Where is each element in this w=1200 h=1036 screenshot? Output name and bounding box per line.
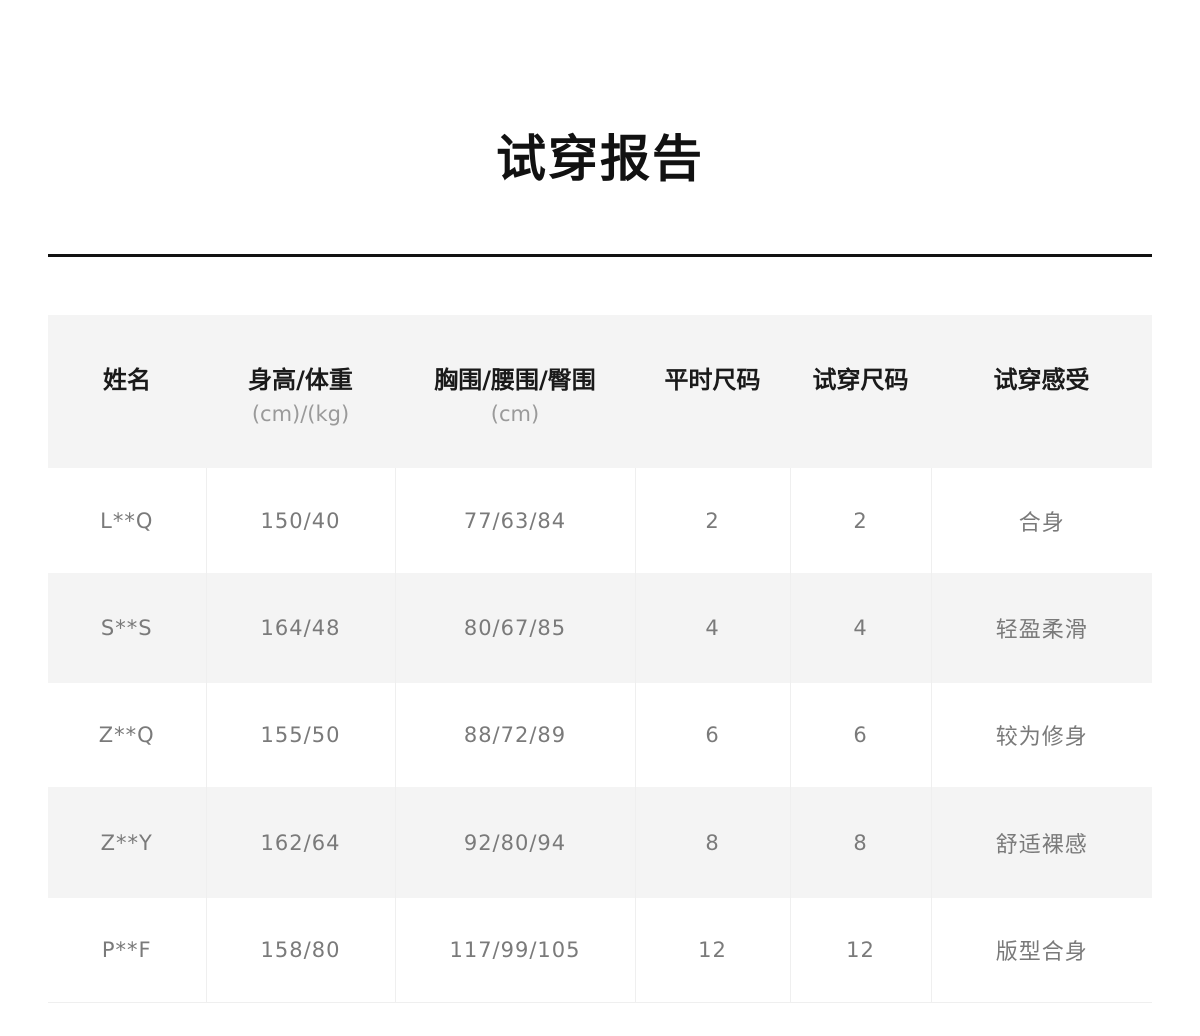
cell-height-weight: 150/40: [206, 468, 396, 573]
cell-feeling: 较为修身: [995, 725, 1088, 750]
table-bottom-border: [48, 1002, 1152, 1003]
cell-feeling: 合身: [1018, 510, 1065, 536]
header-name-label: 姓名: [103, 366, 151, 394]
table-row: Z**Q 155/50 88/72/89 6 6 较为修身: [48, 683, 1152, 787]
cell-feeling: 舒适裸感: [995, 832, 1088, 858]
cell-feeling: 版型合身: [995, 940, 1088, 965]
table-row: L**Q 150/40 77/63/84 2 2 合身: [48, 468, 1152, 573]
header-feeling: 试穿感受: [931, 315, 1152, 468]
cell-name: L**Q: [48, 468, 207, 573]
cell-height-weight: 162/64: [206, 787, 396, 898]
cell-trial-size: 8: [790, 787, 932, 898]
cell-trial-size: 4: [790, 573, 932, 683]
cell-name: Z**Y: [48, 787, 207, 898]
cell-measurements: 92/80/94: [395, 787, 636, 898]
cell-height-weight: 164/48: [206, 573, 396, 683]
header-name: 姓名: [48, 315, 206, 468]
cell-usual-size: 12: [635, 898, 791, 1002]
cell-feeling: 轻盈柔滑: [995, 618, 1088, 643]
header-measurements-label: 胸围/腰围/臀围: [434, 366, 596, 394]
header-feeling-label: 试穿感受: [993, 366, 1090, 394]
cell-measurements: 117/99/105: [395, 898, 636, 1002]
title-divider: [48, 254, 1152, 257]
table-row: S**S 164/48 80/67/85 4 4 轻盈柔滑: [48, 573, 1152, 683]
header-trial-size-label: 试穿尺码: [812, 366, 909, 394]
cell-name: P**F: [48, 898, 207, 1002]
cell-usual-size: 2: [635, 468, 791, 573]
header-height-weight: 身高/体重 (cm)/(kg): [206, 315, 395, 468]
cell-name: S**S: [48, 573, 207, 683]
cell-height-weight: 158/80: [206, 898, 396, 1002]
header-measurements: 胸围/腰围/臀围 (cm): [395, 315, 635, 468]
header-usual-size: 平时尺码: [635, 315, 790, 468]
header-trial-size: 试穿尺码: [790, 315, 931, 468]
cell-measurements: 77/63/84: [395, 468, 636, 573]
table-row: P**F 158/80 117/99/105 12 12 版型合身: [48, 898, 1152, 1002]
cell-usual-size: 8: [635, 787, 791, 898]
cell-trial-size: 2: [790, 468, 932, 573]
page-title: 试穿报告: [496, 130, 704, 188]
header-height-weight-label: 身高/体重: [248, 366, 353, 394]
cell-height-weight: 155/50: [206, 683, 396, 787]
cell-usual-size: 6: [635, 683, 791, 787]
table-row: Z**Y 162/64 92/80/94 8 8 舒适裸感: [48, 787, 1152, 898]
cell-measurements: 80/67/85: [395, 573, 636, 683]
cell-trial-size: 12: [790, 898, 932, 1002]
header-measurements-unit: (cm): [490, 402, 540, 426]
header-usual-size-label: 平时尺码: [664, 366, 761, 394]
cell-measurements: 88/72/89: [395, 683, 636, 787]
table-header-row: 姓名 身高/体重 (cm)/(kg) 胸围/腰围/臀围 (cm) 平时尺码 试穿…: [48, 315, 1152, 468]
header-height-weight-unit: (cm)/(kg): [251, 402, 350, 426]
cell-name: Z**Q: [48, 683, 207, 787]
cell-usual-size: 4: [635, 573, 791, 683]
cell-trial-size: 6: [790, 683, 932, 787]
fitting-report-table: 姓名 身高/体重 (cm)/(kg) 胸围/腰围/臀围 (cm) 平时尺码 试穿…: [48, 315, 1152, 1002]
